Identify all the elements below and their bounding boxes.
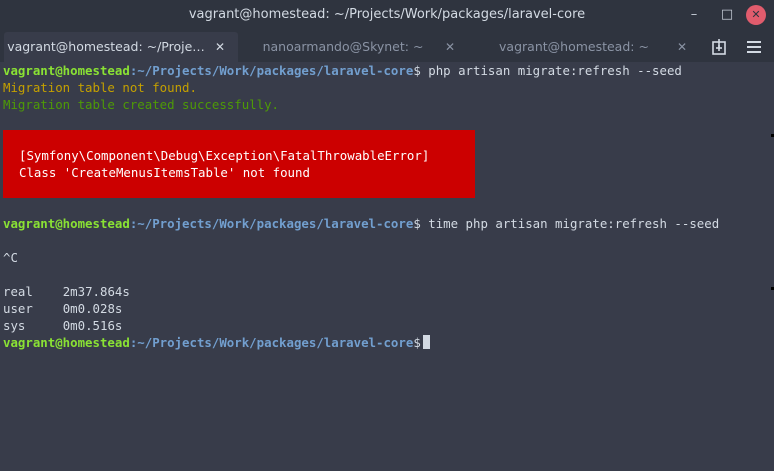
command-text: time php artisan migrate:refresh --seed [420, 216, 720, 231]
prompt-line-2: vagrant@homestead:~/Projects/Work/packag… [3, 215, 719, 232]
maximize-button[interactable]: □ [717, 5, 737, 25]
output-migration-not-found: Migration table not found. [3, 80, 197, 95]
error-message: Class 'CreateMenusItemsTable' not found [19, 165, 310, 180]
command-text: php artisan migrate:refresh --seed [420, 63, 682, 78]
output-migration-created: Migration table created successfully. [3, 97, 280, 112]
prompt-line-1: vagrant@homestead:~/Projects/Work/packag… [3, 62, 682, 79]
prompt-symbol: $ [413, 335, 421, 350]
tab-close-icon[interactable]: ✕ [212, 32, 228, 62]
title-bar[interactable]: vagrant@homestead: ~/Projects/Work/packa… [0, 0, 774, 30]
close-window-button[interactable]: ✕ [746, 5, 766, 25]
tab-close-icon[interactable]: ✕ [442, 32, 458, 62]
terminal-window: vagrant@homestead: ~/Projects/Work/packa… [0, 0, 774, 471]
error-exception-class: [Symfony\Component\Debug\Exception\Fatal… [19, 148, 430, 163]
tab-label: vagrant@homestead: ~ [499, 39, 649, 54]
tab-vagrant-home[interactable]: vagrant@homestead: ~ ✕ [478, 32, 700, 62]
prompt-user: vagrant@homestead [3, 63, 130, 78]
prompt-user: vagrant@homestead [3, 216, 130, 231]
prompt-path: :~/Projects/Work/packages/laravel-core [129, 335, 414, 350]
prompt-path: :~/Projects/Work/packages/laravel-core [129, 216, 414, 231]
window-title: vagrant@homestead: ~/Projects/Work/packa… [188, 7, 586, 22]
output-time-user: user 0m0.028s [3, 301, 123, 316]
prompt-symbol: $ [413, 63, 421, 78]
output-time-real: real 2m37.864s [3, 284, 130, 299]
terminal-output[interactable]: vagrant@homestead:~/Projects/Work/packag… [0, 62, 774, 471]
output-time-sys: sys 0m0.516s [3, 318, 123, 333]
tab-label: vagrant@homestead: ~/Proje… [7, 39, 205, 54]
hamburger-menu-icon[interactable] [745, 38, 763, 56]
error-block: [Symfony\Component\Debug\Exception\Fatal… [3, 130, 475, 198]
tab-nanoarmando-skynet[interactable]: nanoarmando@Skynet: ~ ✕ [248, 32, 468, 62]
tab-close-icon[interactable]: ✕ [674, 32, 690, 62]
text-cursor [422, 335, 430, 349]
new-tab-icon[interactable] [711, 38, 729, 56]
tab-label: nanoarmando@Skynet: ~ [262, 39, 424, 54]
prompt-symbol: $ [413, 216, 421, 231]
prompt-line-3: vagrant@homestead:~/Projects/Work/packag… [3, 334, 430, 351]
output-interrupt: ^C [3, 250, 18, 265]
tab-bar: vagrant@homestead: ~/Proje… ✕ nanoarmand… [0, 30, 774, 62]
minimize-button[interactable]: – [684, 5, 704, 25]
prompt-user: vagrant@homestead [3, 335, 130, 350]
prompt-path: :~/Projects/Work/packages/laravel-core [129, 63, 414, 78]
tab-vagrant-laravel-core[interactable]: vagrant@homestead: ~/Proje… ✕ [4, 32, 238, 62]
